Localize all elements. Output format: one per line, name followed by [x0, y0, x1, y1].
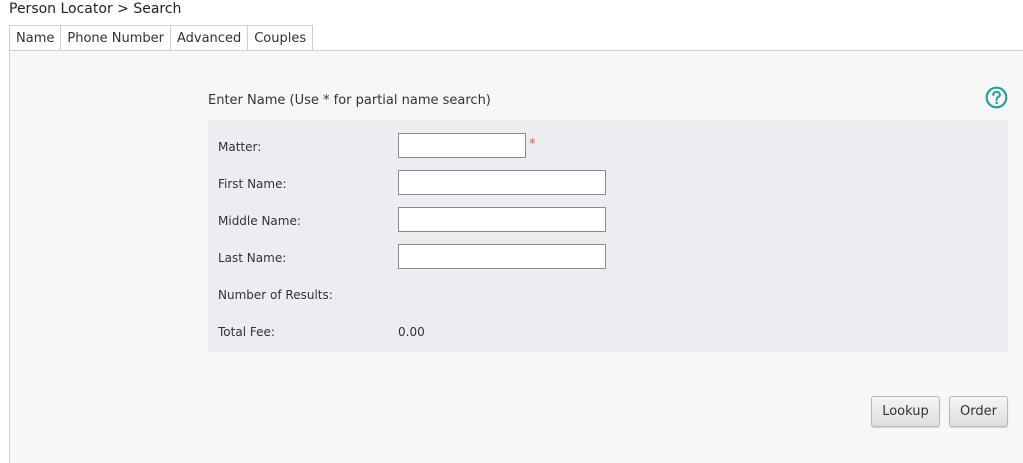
total-fee-label: Total Fee: — [218, 325, 275, 339]
middle-name-field[interactable] — [398, 207, 606, 232]
lookup-button[interactable]: Lookup — [871, 396, 940, 427]
last-name-field[interactable] — [398, 244, 606, 269]
tab-bar: Name Phone Number Advanced Couples — [9, 25, 314, 51]
required-marker: * — [529, 137, 536, 152]
page-title: Person Locator > Search — [9, 1, 182, 17]
help-icon[interactable] — [985, 86, 1008, 109]
section-title: Enter Name (Use * for partial name searc… — [208, 93, 491, 108]
tab-phone-number[interactable]: Phone Number — [61, 25, 171, 51]
number-of-results-label: Number of Results: — [218, 288, 333, 302]
middle-name-label: Middle Name: — [218, 214, 301, 228]
last-name-label: Last Name: — [218, 251, 287, 265]
first-name-label: First Name: — [218, 177, 287, 191]
order-button[interactable]: Order — [949, 396, 1008, 427]
search-form — [208, 120, 1008, 352]
tab-name[interactable]: Name — [10, 25, 62, 51]
matter-label: Matter: — [218, 140, 262, 154]
tab-advanced[interactable]: Advanced — [170, 25, 249, 51]
first-name-field[interactable] — [398, 170, 606, 195]
matter-field[interactable] — [398, 133, 526, 158]
total-fee-value: 0.00 — [398, 325, 425, 339]
tab-couples[interactable]: Couples — [248, 25, 314, 51]
